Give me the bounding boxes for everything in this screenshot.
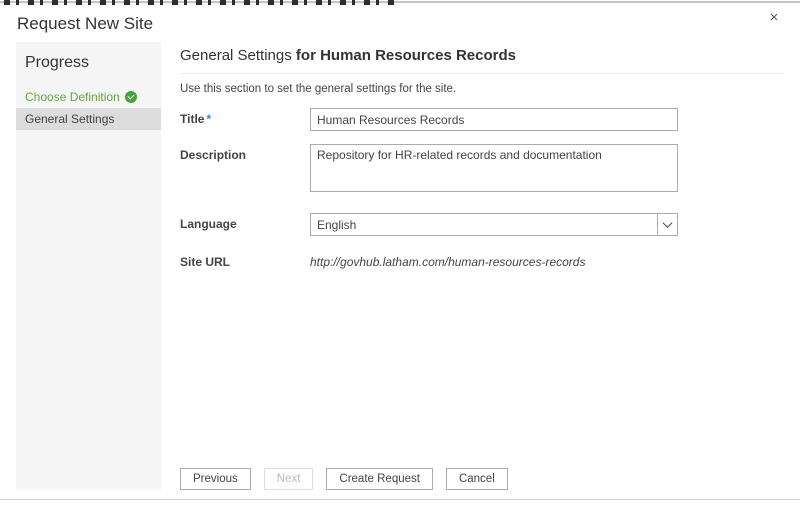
- clipped-suitebar: [0, 0, 800, 5]
- bottom-divider: [0, 499, 800, 500]
- step-choose-definition[interactable]: Choose Definition: [16, 86, 161, 108]
- dialog-footer: Previous Next Create Request Cancel: [180, 468, 508, 490]
- general-settings-panel: General Settings for Human Resources Rec…: [180, 47, 784, 282]
- progress-sidebar: Progress Choose Definition General Setti…: [16, 42, 161, 490]
- cancel-button[interactable]: Cancel: [446, 468, 508, 490]
- next-button: Next: [264, 468, 314, 490]
- page-title: General Settings for Human Resources Rec…: [180, 47, 784, 74]
- dialog-title: Request New Site: [17, 14, 153, 34]
- title-label: Title*: [180, 108, 310, 131]
- language-row: Language English: [180, 213, 784, 236]
- sidebar-heading: Progress: [16, 42, 161, 86]
- site-url-row: Site URL http://govhub.latham.com/human-…: [180, 251, 784, 269]
- step-label: General Settings: [25, 112, 114, 126]
- page-title-emphasis: for Human Resources Records: [296, 47, 516, 64]
- section-intro: Use this section to set the general sett…: [180, 83, 784, 95]
- language-selected-value: English: [311, 218, 657, 232]
- description-textarea[interactable]: Repository for HR-related records and do…: [310, 144, 678, 192]
- close-icon[interactable]: ×: [764, 8, 784, 28]
- create-request-button[interactable]: Create Request: [326, 468, 433, 490]
- site-url-label: Site URL: [180, 251, 310, 269]
- language-select[interactable]: English: [310, 213, 678, 236]
- language-label: Language: [180, 213, 310, 236]
- title-input[interactable]: [310, 108, 678, 131]
- check-circle-icon: [125, 91, 137, 103]
- chevron-down-icon: [663, 218, 673, 228]
- required-asterisk: *: [206, 112, 211, 126]
- step-general-settings[interactable]: General Settings: [16, 108, 161, 130]
- page-title-prefix: General Settings: [180, 47, 296, 64]
- step-label: Choose Definition: [25, 90, 120, 104]
- site-url-value: http://govhub.latham.com/human-resources…: [310, 251, 678, 269]
- title-row: Title*: [180, 108, 784, 131]
- description-label: Description: [180, 144, 310, 197]
- clipped-text-fragments: [4, 0, 400, 5]
- description-row: Description Repository for HR-related re…: [180, 144, 784, 197]
- previous-button[interactable]: Previous: [180, 468, 251, 490]
- select-arrow-button[interactable]: [657, 214, 677, 235]
